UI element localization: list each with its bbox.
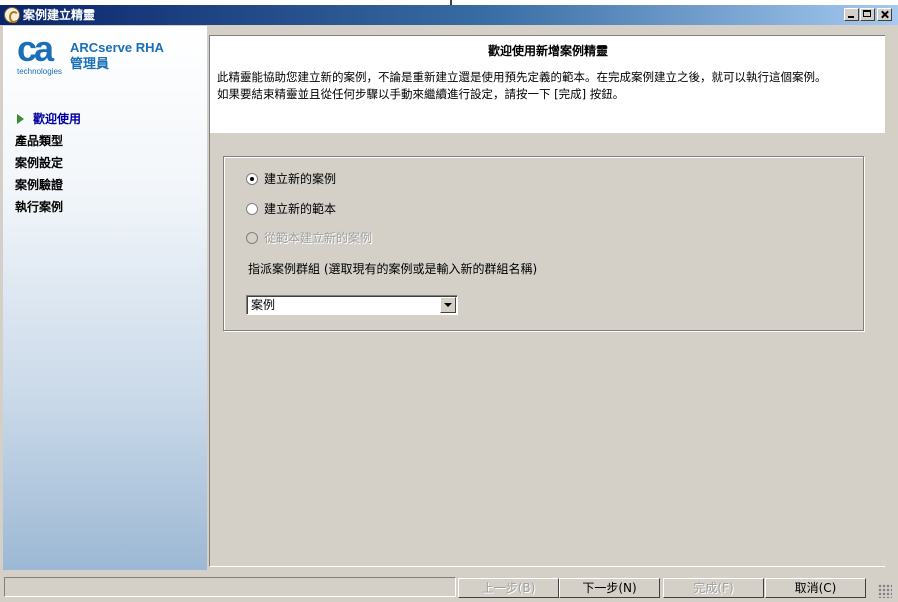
brand-subtitle: 管理員 [70,56,110,71]
current-step-arrow-icon [17,114,24,124]
maximize-icon[interactable] [860,8,875,21]
step-scenario-setup: 案例設定 [3,152,207,174]
resize-grip-icon[interactable] [878,584,892,598]
page-header: 歡迎使用新增案例精靈 此精靈能協助您建立新的案例，不論是重新建立還是使用預先定義… [209,35,885,133]
step-run-scenario: 執行案例 [3,196,207,218]
radio-button[interactable] [246,203,258,215]
radio-label: 從範本建立新的案例 [264,231,373,245]
step-label: 產品類型 [15,134,64,148]
ca-logo-text: ca [17,28,54,69]
next-button[interactable]: 下一步(N) [559,578,660,598]
finish-button: 完成(F) [663,578,764,598]
back-button: 上一步(B) [458,578,559,598]
step-scenario-verify: 案例驗證 [3,174,207,196]
step-label: 案例驗證 [15,178,64,192]
ca-logo: ca technologies [17,28,67,76]
window-title: 案例建立精靈 [23,8,96,22]
wizard-window: 案例建立精靈 ca technologies ARCserve RHA 管理員 … [0,0,898,602]
step-label: 歡迎使用 [33,112,82,126]
product-brand: ARCserve RHA 管理員 [70,40,164,72]
description-line: 如果要結束精靈並且從任何步驟以手動來繼續進行設定，請按一下 [完成] 按鈕。 [217,87,625,101]
page-description: 此精靈能協助您建立新的案例，不論是重新建立還是使用預先定義的範本。在完成案例建立… [217,69,877,103]
close-icon[interactable] [877,8,892,21]
step-welcome: 歡迎使用 [3,108,207,130]
wizard-steps: 歡迎使用 產品類型 案例設定 案例驗證 執行案例 [3,108,207,218]
radio-button [246,232,258,244]
title-bar[interactable]: 案例建立精靈 [0,5,898,25]
page-title: 歡迎使用新增案例精靈 [487,44,608,58]
brand-name: ARCserve RHA [70,40,164,55]
scenario-group-combobox[interactable]: 案例 [246,295,458,315]
minimize-icon[interactable] [844,8,859,21]
description-line: 此精靈能協助您建立新的案例，不論是重新建立還是使用預先定義的範本。在完成案例建立… [217,70,827,84]
radio-label[interactable]: 建立新的範本 [264,200,336,218]
step-product-type: 產品類型 [3,130,207,152]
radio-label[interactable]: 建立新的案例 [264,170,336,188]
ca-logo-subtext: technologies [17,67,62,76]
combobox-value[interactable]: 案例 [251,297,275,313]
radio-button[interactable] [246,173,258,185]
wizard-sidebar: ca technologies ARCserve RHA 管理員 歡迎使用 產品… [3,26,207,570]
status-bar [4,577,456,597]
cancel-button[interactable]: 取消(C) [765,578,866,598]
app-icon [4,7,20,23]
chevron-down-icon[interactable] [440,297,456,313]
group-assign-label: 指派案例群組 (選取現有的案例或是輸入新的群組名稱) [248,262,538,276]
step-label: 案例設定 [15,156,64,170]
step-label: 執行案例 [15,200,64,214]
